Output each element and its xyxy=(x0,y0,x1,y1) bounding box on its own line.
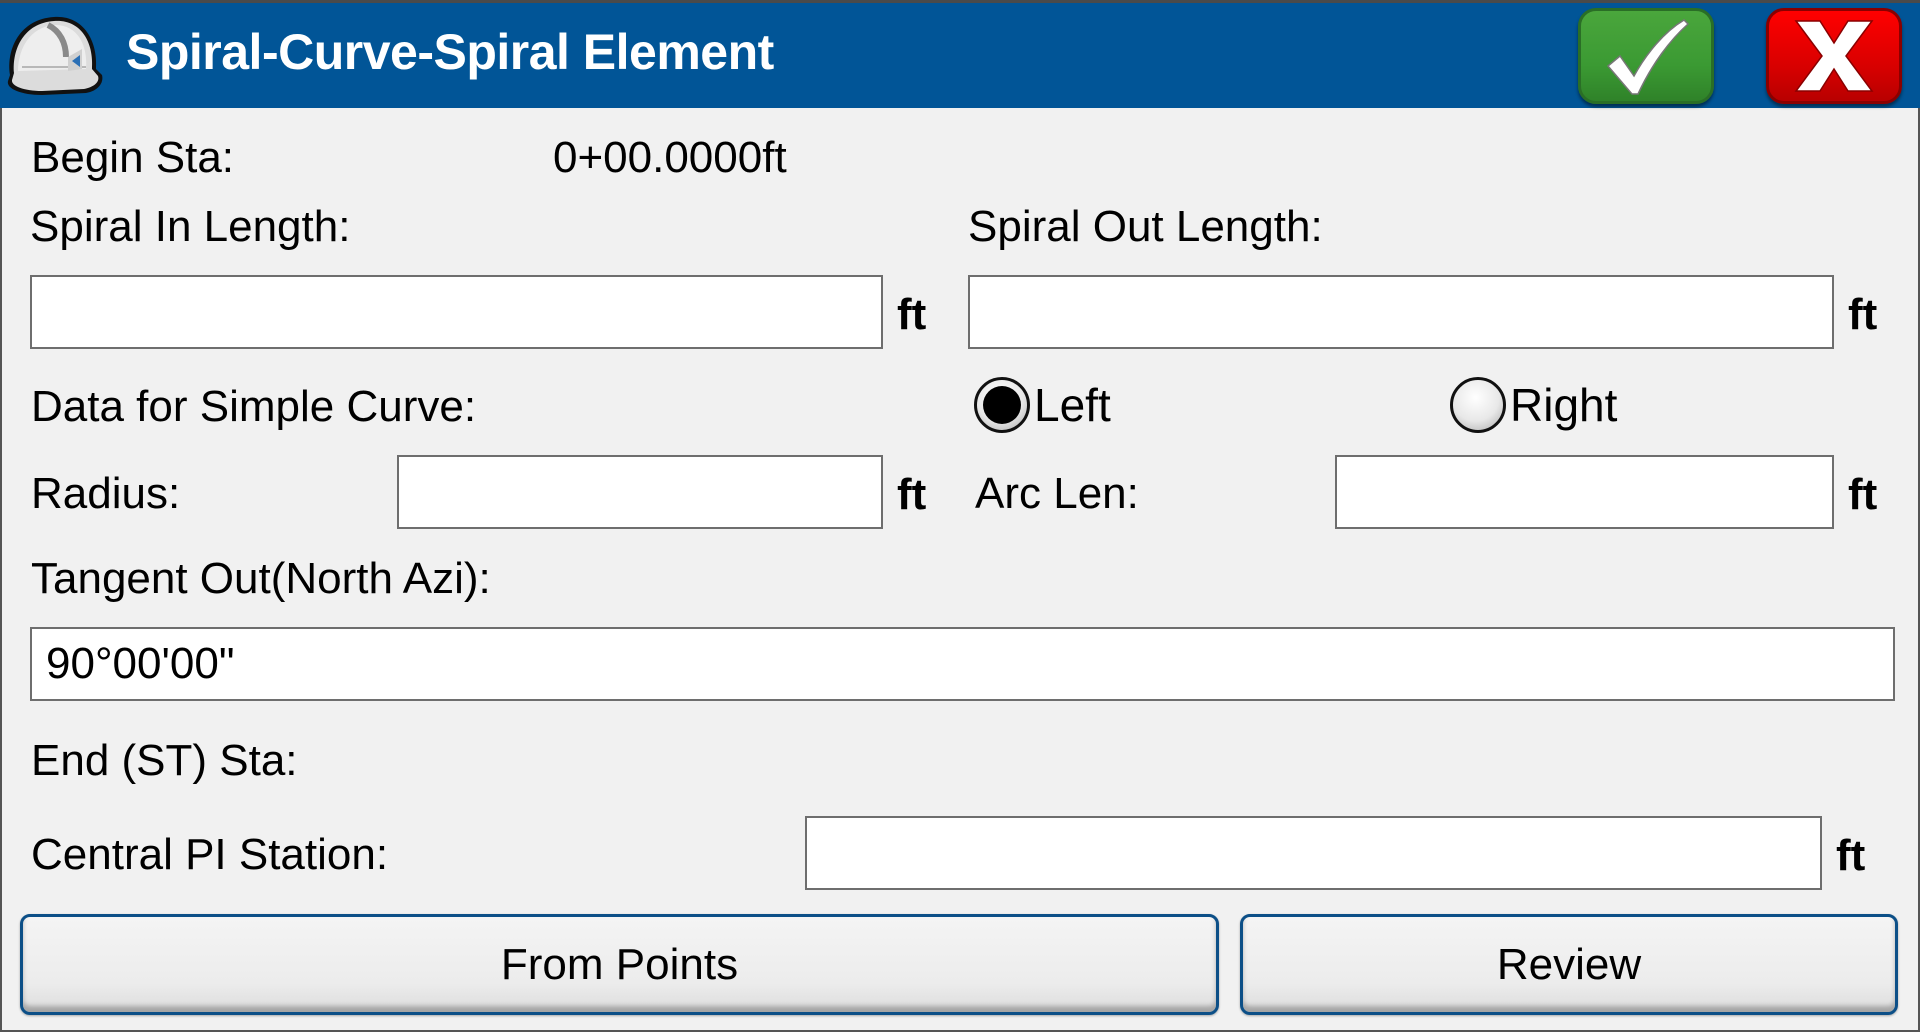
ok-button[interactable] xyxy=(1578,8,1714,104)
central-pi-label: Central PI Station: xyxy=(31,830,389,879)
from-points-button[interactable]: From Points xyxy=(20,914,1219,1015)
central-pi-unit: ft xyxy=(1836,831,1866,880)
title-bar: Spiral-Curve-Spiral Element xyxy=(0,0,1920,108)
radius-input[interactable] xyxy=(397,455,883,529)
radio-left-indicator[interactable] xyxy=(974,377,1030,433)
radio-selected-dot xyxy=(983,386,1021,424)
central-pi-station-input[interactable] xyxy=(805,816,1822,890)
x-close-icon xyxy=(1794,20,1874,92)
arc-len-input[interactable] xyxy=(1335,455,1834,529)
review-button[interactable]: Review xyxy=(1240,914,1898,1015)
begin-sta-label: Begin Sta: xyxy=(31,133,235,182)
radio-left[interactable]: Left xyxy=(974,377,1111,433)
spiral-in-label: Spiral In Length: xyxy=(30,202,351,251)
end-sta-label: End (ST) Sta: xyxy=(31,736,298,785)
tangent-out-input[interactable] xyxy=(30,627,1895,701)
arc-len-unit: ft xyxy=(1848,470,1878,519)
hard-hat-icon xyxy=(7,16,103,95)
simple-curve-label: Data for Simple Curve: xyxy=(31,382,477,431)
radio-right-indicator[interactable] xyxy=(1450,377,1506,433)
radius-unit: ft xyxy=(897,470,927,519)
radio-left-label: Left xyxy=(1034,379,1111,431)
tangent-out-label: Tangent Out(North Azi): xyxy=(31,554,491,603)
begin-sta-value: 0+00.0000ft xyxy=(553,133,787,182)
radio-right[interactable]: Right xyxy=(1450,377,1617,433)
spiral-out-length-input[interactable] xyxy=(968,275,1834,349)
radio-right-label: Right xyxy=(1510,379,1618,431)
spiral-in-unit: ft xyxy=(897,290,927,339)
checkmark-icon xyxy=(1606,19,1690,95)
spiral-out-unit: ft xyxy=(1848,290,1878,339)
spiral-out-label: Spiral Out Length: xyxy=(968,202,1323,251)
arc-len-label: Arc Len: xyxy=(975,469,1139,518)
window-title: Spiral-Curve-Spiral Element xyxy=(126,24,774,80)
spiral-in-length-input[interactable] xyxy=(30,275,883,349)
cancel-button[interactable] xyxy=(1766,8,1902,104)
radius-label: Radius: xyxy=(31,469,181,518)
